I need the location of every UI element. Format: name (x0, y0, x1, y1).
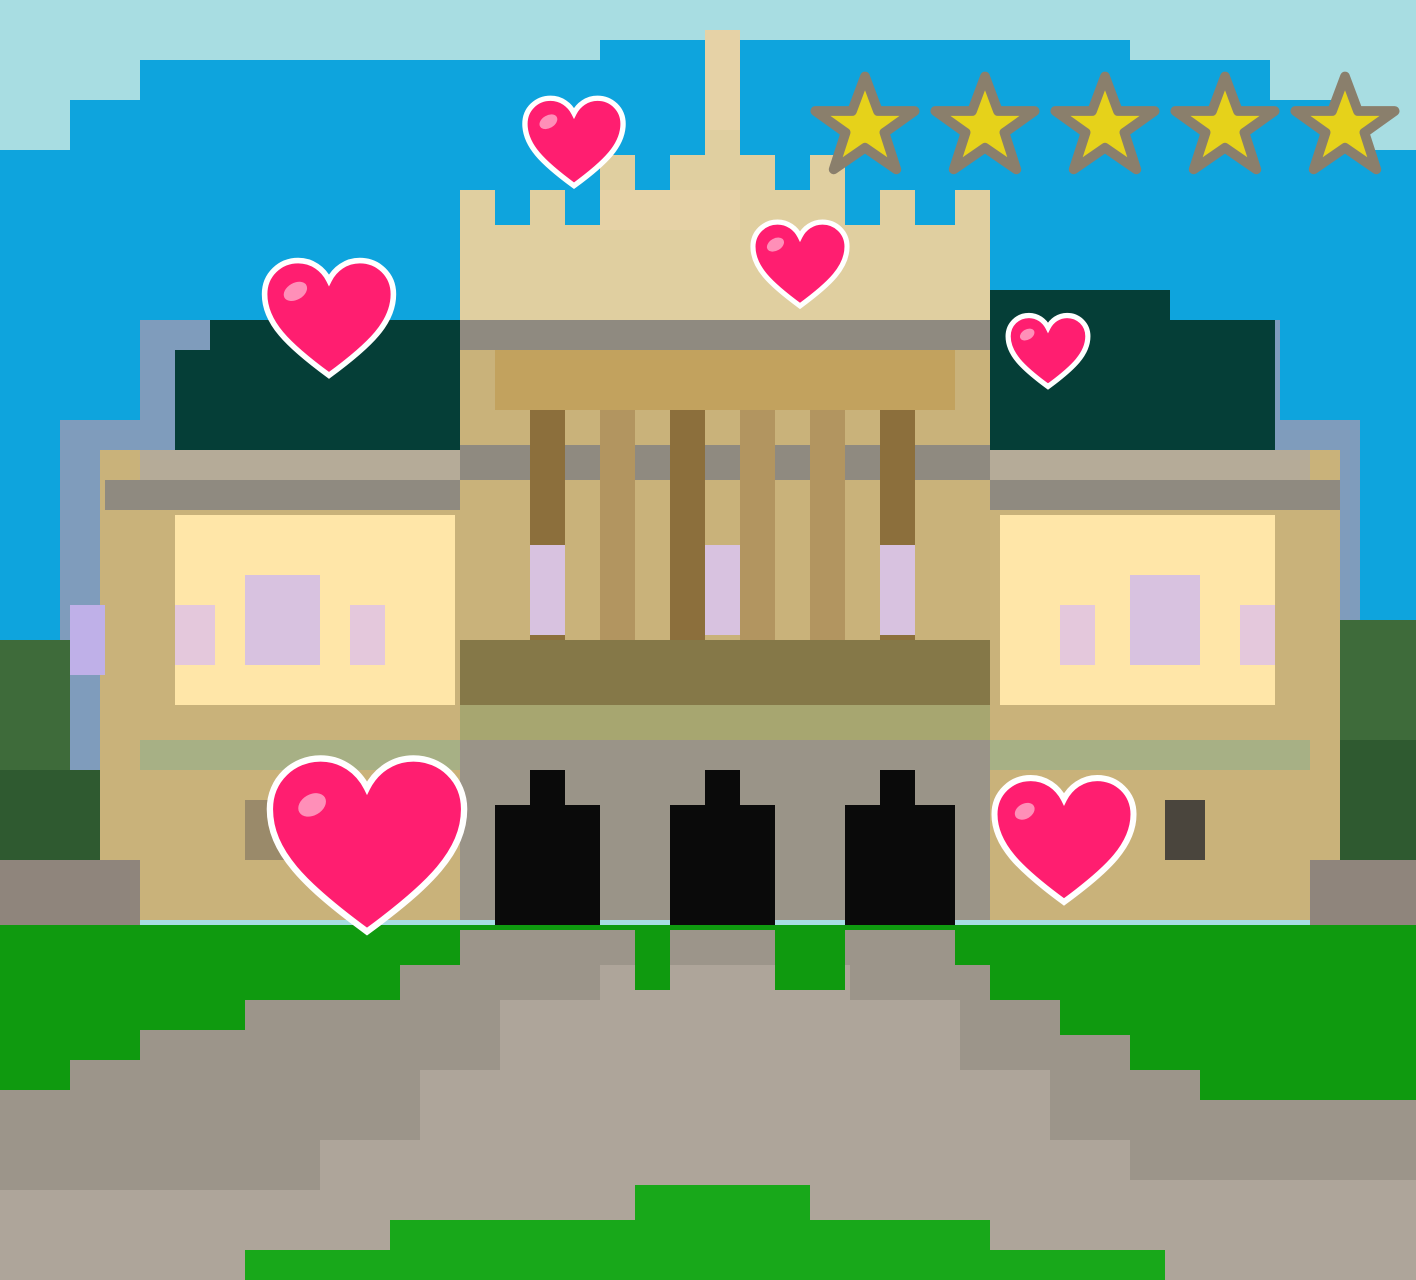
heart-icon (744, 218, 856, 310)
heart-icon (252, 750, 482, 940)
game-scene (0, 0, 1416, 1280)
heart-icon (982, 772, 1146, 908)
star-icon (1166, 70, 1284, 178)
star-icon (1286, 70, 1404, 178)
heart-icon (1000, 312, 1096, 390)
star-icon (1046, 70, 1164, 178)
star-icon (806, 70, 924, 178)
heart-icon (516, 94, 632, 190)
heart-icon (254, 255, 404, 381)
star-icon (926, 70, 1044, 178)
palace-background (0, 0, 1416, 1280)
star-rating (806, 70, 1406, 180)
